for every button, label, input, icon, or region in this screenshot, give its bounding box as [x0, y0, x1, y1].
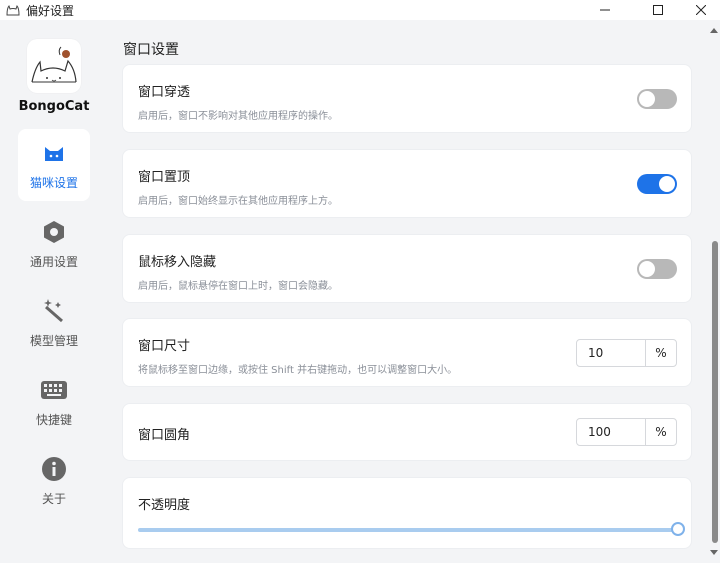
sidebar-item-model-management[interactable]: 模型管理: [18, 287, 90, 359]
setting-title: 鼠标移入隐藏: [138, 255, 217, 270]
setting-card-hide-on-hover: 鼠标移入隐藏 启用后，鼠标悬停在窗口上时，窗口会隐藏。: [122, 234, 692, 303]
setting-description: 启用后，鼠标悬停在窗口上时，窗口会隐藏。: [138, 281, 338, 292]
toggle-knob: [639, 261, 655, 277]
brand-name: BongoCat: [18, 99, 90, 114]
setting-title: 窗口置顶: [138, 170, 191, 185]
cat-icon: [41, 140, 67, 166]
app-cat-icon: [6, 3, 20, 17]
sidebar: BongoCat 猫咪设置 通用设置 模型管理 快捷键 关于: [0, 20, 108, 563]
minimize-icon: [600, 9, 610, 11]
scrollbar-thumb[interactable]: [712, 241, 718, 543]
main-panel: 窗口设置 窗口穿透 启用后，窗口不影响对其他应用程序的操作。 窗口置顶 启用后，…: [108, 20, 720, 563]
opacity-slider-track[interactable]: [138, 528, 678, 532]
scrollbar[interactable]: [708, 20, 720, 563]
setting-card-always-on-top: 窗口置顶 启用后，窗口始终显示在其他应用程序上方。: [122, 149, 692, 218]
setting-description: 启用后，窗口不影响对其他应用程序的操作。: [138, 111, 338, 122]
toggle-knob: [639, 91, 655, 107]
keyboard-icon: [41, 377, 67, 403]
setting-card-window-radius: 窗口圆角 100 %: [122, 403, 692, 461]
window-size-unit: %: [655, 346, 667, 360]
window-radius-value[interactable]: 100: [577, 419, 646, 445]
sidebar-item-about[interactable]: 关于: [18, 445, 90, 517]
setting-card-window-passthrough: 窗口穿透 启用后，窗口不影响对其他应用程序的操作。: [122, 64, 692, 133]
minimize-button[interactable]: [582, 0, 628, 20]
close-button[interactable]: [678, 0, 720, 20]
close-icon: [696, 5, 706, 15]
setting-title: 窗口尺寸: [138, 339, 191, 354]
setting-card-window-size: 窗口尺寸 将鼠标移至窗口边缘，或按住 Shift 并右键拖动，也可以调整窗口大小…: [122, 318, 692, 387]
setting-description: 启用后，窗口始终显示在其他应用程序上方。: [138, 196, 338, 207]
sidebar-item-label: 关于: [41, 491, 66, 506]
sidebar-item-label: 快捷键: [35, 412, 72, 427]
maximize-icon: [653, 5, 663, 15]
window-passthrough-toggle[interactable]: [637, 89, 677, 109]
window-radius-input[interactable]: 100 %: [576, 418, 677, 446]
setting-title: 不透明度: [138, 498, 191, 513]
scroll-up-arrow-icon[interactable]: [710, 25, 718, 35]
window-title: 偏好设置: [26, 3, 75, 18]
bongocat-logo: [27, 39, 81, 93]
section-title: 窗口设置: [123, 42, 179, 58]
window-radius-unit: %: [655, 425, 667, 439]
sidebar-item-shortcuts[interactable]: 快捷键: [18, 366, 90, 438]
gear-icon: [41, 219, 67, 245]
setting-title: 窗口穿透: [138, 85, 191, 100]
sidebar-item-cat-settings[interactable]: 猫咪设置: [18, 129, 90, 201]
magic-wand-icon: [41, 298, 67, 324]
info-icon: [41, 456, 67, 482]
always-on-top-toggle[interactable]: [637, 174, 677, 194]
scroll-down-arrow-icon[interactable]: [710, 547, 718, 557]
maximize-button[interactable]: [635, 0, 681, 20]
window-size-value[interactable]: 10: [577, 340, 646, 366]
sidebar-item-label: 模型管理: [29, 333, 78, 348]
sidebar-item-general-settings[interactable]: 通用设置: [18, 208, 90, 280]
hide-on-hover-toggle[interactable]: [637, 259, 677, 279]
sidebar-item-label: 通用设置: [29, 254, 78, 269]
setting-card-opacity: 不透明度: [122, 477, 692, 549]
sidebar-item-label: 猫咪设置: [29, 175, 78, 190]
opacity-slider-thumb[interactable]: [671, 522, 685, 536]
setting-title: 窗口圆角: [138, 428, 191, 443]
setting-description: 将鼠标移至窗口边缘，或按住 Shift 并右键拖动，也可以调整窗口大小。: [138, 365, 458, 376]
window-size-input[interactable]: 10 %: [576, 339, 677, 367]
toggle-knob: [659, 176, 675, 192]
title-bar: 偏好设置: [0, 0, 720, 20]
